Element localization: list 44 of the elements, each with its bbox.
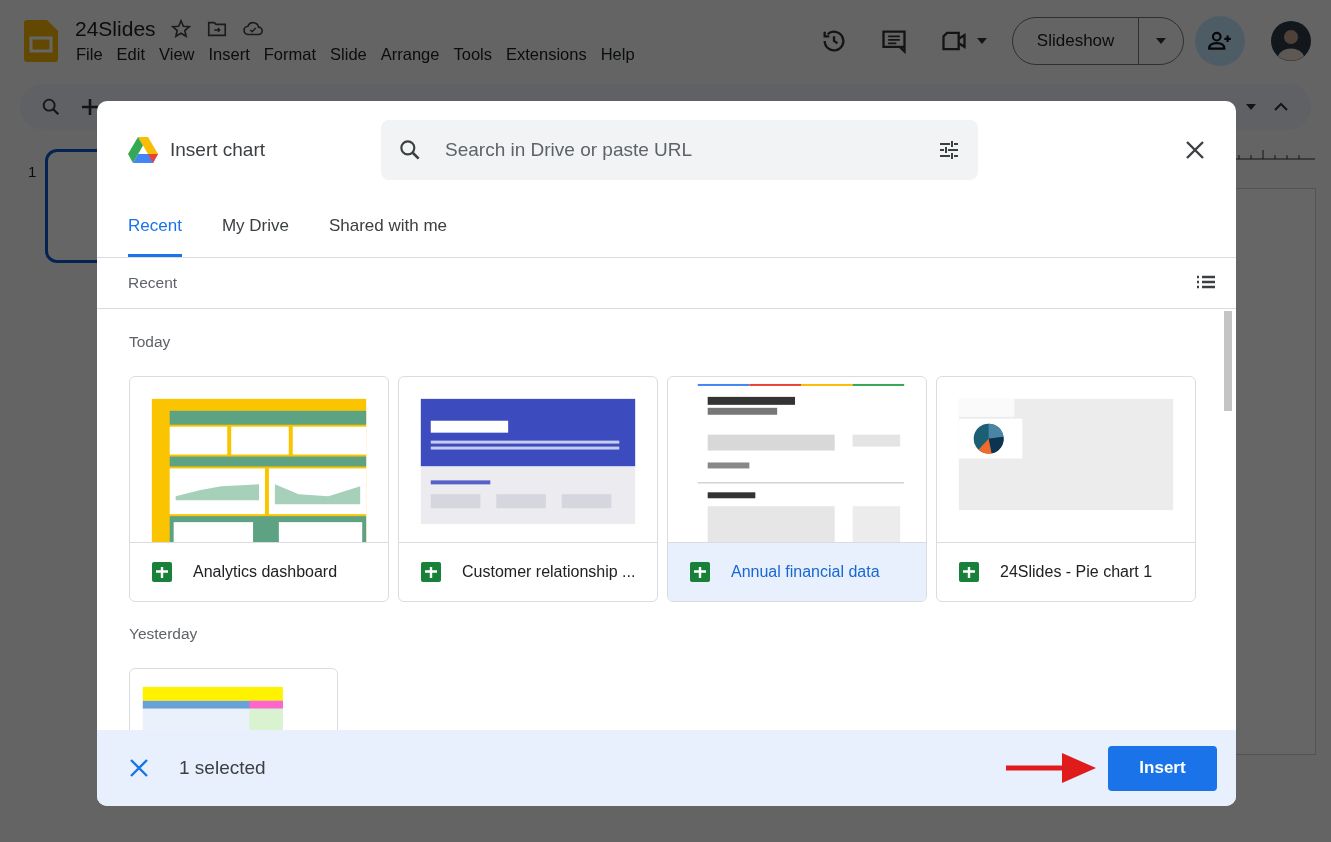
menu-item[interactable]: File [69, 42, 110, 66]
avatar[interactable] [1271, 21, 1311, 61]
caret-icon[interactable] [976, 37, 988, 45]
file-name: Annual financial data [731, 563, 880, 581]
file-name: Analytics dashboard [193, 563, 338, 581]
menu-item[interactable]: Arrange [373, 42, 447, 66]
menu-item[interactable]: Help [593, 42, 642, 66]
caret-icon[interactable] [1245, 103, 1257, 111]
file-name: 24Slides - Pie chart 1 [1000, 563, 1153, 581]
file-card[interactable]: 24Slides - Pie chart 1 [936, 376, 1196, 602]
file-card[interactable]: Annual financial data [667, 376, 927, 602]
tab[interactable]: My Drive [221, 195, 289, 257]
menu-item[interactable]: Format [256, 42, 324, 66]
sheets-icon [152, 562, 172, 582]
file-name: Customer relationship ... [462, 563, 636, 581]
tab[interactable]: Shared with me [328, 195, 448, 257]
insert-button[interactable]: Insert [1108, 745, 1217, 791]
sheets-icon [421, 562, 441, 582]
sheets-icon [690, 562, 710, 582]
share-button[interactable] [1195, 16, 1245, 66]
slide-number: 1 [28, 163, 37, 182]
group-label: Today [129, 332, 172, 352]
sheets-icon [959, 562, 979, 582]
search-field[interactable]: Search in Drive or paste URL [381, 120, 978, 180]
drive-logo-icon [128, 136, 158, 164]
menu-item[interactable]: Slide [323, 42, 374, 66]
selection-count: 1 selected [179, 757, 266, 779]
dialog-title: Insert chart [170, 139, 267, 161]
plus-icon[interactable] [80, 97, 100, 117]
star-icon[interactable] [169, 17, 192, 40]
menu-item[interactable]: Edit [109, 42, 153, 66]
file-card[interactable]: Analytics dashboard [129, 376, 389, 602]
menu-item[interactable]: Insert [201, 42, 257, 66]
menu-item[interactable]: Tools [446, 42, 499, 66]
tab[interactable]: Recent [128, 195, 182, 257]
document-title[interactable]: 24Slides [75, 16, 156, 41]
file-card[interactable]: Customer relationship ... [398, 376, 658, 602]
menu-item[interactable]: View [152, 42, 202, 66]
scrollbar[interactable] [1224, 311, 1232, 411]
collapse-icon[interactable] [1273, 102, 1289, 112]
menu-item[interactable]: Extensions [499, 42, 594, 66]
group-label: Yesterday [129, 624, 199, 644]
section-header: Recent [128, 274, 178, 292]
search-icon[interactable] [40, 96, 62, 118]
